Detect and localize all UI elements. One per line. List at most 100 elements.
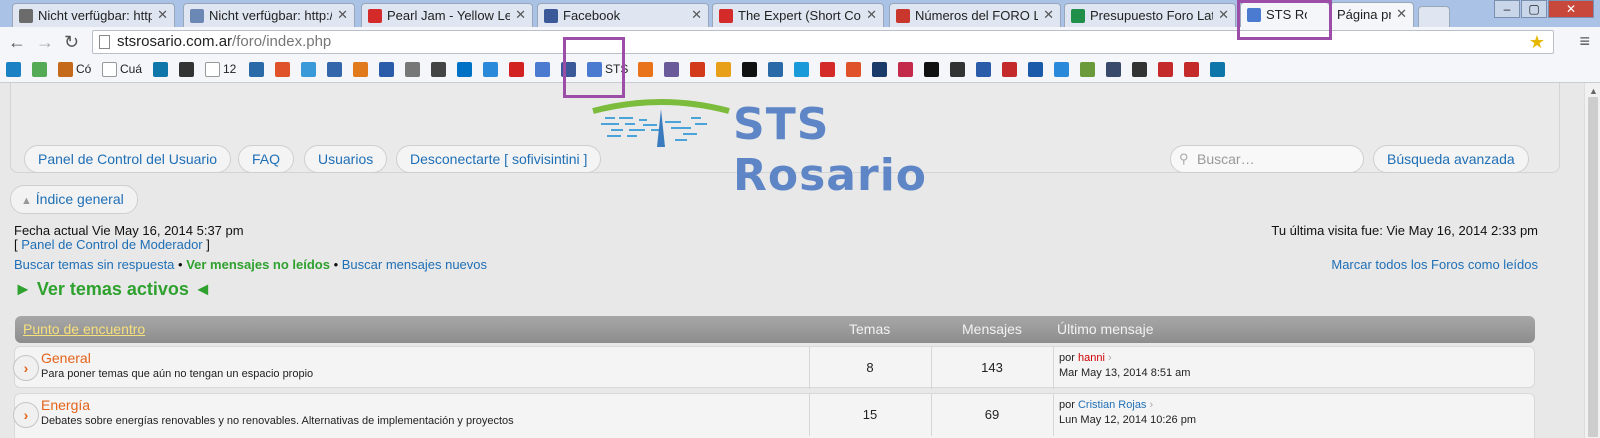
tab[interactable]: Presupuesto Foro Latin ✕ (1064, 3, 1236, 27)
bookmark-item[interactable] (249, 61, 267, 78)
tab-close-icon[interactable]: ✕ (157, 7, 168, 23)
last-post-author[interactable]: hanni (1078, 352, 1105, 364)
last-post-author[interactable]: Cristian Rojas (1078, 399, 1146, 411)
nav-users[interactable]: Usuarios (304, 145, 388, 173)
scroll-thumb[interactable] (1588, 97, 1598, 437)
bookmark-item[interactable] (1106, 61, 1124, 78)
bookmark-item[interactable]: 12 (205, 61, 236, 78)
tab-close-icon[interactable]: ✕ (1396, 6, 1407, 22)
forward-icon[interactable]: → (36, 32, 54, 53)
tab-title: Nicht verfügbar: http:// (209, 8, 332, 23)
bookmark-item[interactable] (301, 61, 319, 78)
bookmark-item[interactable] (664, 61, 682, 78)
tab[interactable]: Pearl Jam - Yellow Le ✕ (361, 3, 533, 27)
bookmark-item[interactable] (820, 61, 838, 78)
tab-close-icon[interactable]: ✕ (1043, 7, 1054, 23)
highlight-box-tab (1237, 0, 1332, 40)
close-window-icon[interactable]: ✕ (1548, 0, 1594, 18)
tab-close-icon[interactable]: ✕ (337, 7, 348, 23)
forum-arrow-icon[interactable]: › (13, 402, 39, 428)
tab[interactable]: Números del FORO LAT ✕ (889, 3, 1061, 27)
active-topics-link[interactable]: ► Ver temas activos ◄ (14, 279, 212, 300)
back-icon[interactable]: ← (8, 32, 26, 53)
bookmark-item[interactable] (483, 61, 501, 78)
minimize-icon[interactable]: – (1494, 0, 1520, 18)
forum-title[interactable]: General (41, 350, 91, 366)
bookmark-item[interactable] (638, 61, 656, 78)
bookmark-favicon-icon (820, 62, 835, 78)
bookmark-item[interactable]: Cuá (102, 61, 142, 78)
category-link[interactable]: Punto de encuentro (23, 316, 145, 343)
tab-close-icon[interactable]: ✕ (1218, 7, 1229, 23)
maximize-icon[interactable]: ▢ (1521, 0, 1547, 18)
tab-close-icon[interactable]: ✕ (866, 7, 877, 23)
site-logo[interactable]: STS Rosario (591, 97, 991, 201)
chrome-menu-icon[interactable]: ≡ (1579, 31, 1590, 52)
bookmark-item[interactable] (509, 61, 527, 78)
tab[interactable]: Nicht verfügbar: http:// ✕ (12, 3, 175, 27)
scrollbar[interactable]: ▲ (1584, 83, 1600, 438)
bookmark-item[interactable] (1002, 61, 1020, 78)
nav-user-panel[interactable]: Panel de Control del Usuario (24, 145, 231, 173)
tab[interactable]: Nicht verfügbar: http:// ✕ (183, 3, 355, 27)
nav-logout[interactable]: Desconectarte [ sofivisintini ] (396, 145, 602, 173)
bookmark-item[interactable] (742, 61, 760, 78)
tab[interactable]: The Expert (Short Come ✕ (712, 3, 884, 27)
forum-arrow-icon[interactable]: › (13, 355, 39, 381)
unread-link[interactable]: Ver mensajes no leídos (186, 257, 330, 272)
bookmark-item[interactable] (275, 61, 293, 78)
bookmark-item[interactable]: Có (58, 61, 91, 78)
url-bar[interactable]: stsrosario.com.ar/foro/index.php ★ (92, 30, 1554, 54)
bookmark-item[interactable] (1184, 61, 1202, 78)
bookmark-item[interactable] (1028, 61, 1046, 78)
bookmark-item[interactable] (872, 61, 890, 78)
bookmark-item[interactable] (1054, 61, 1072, 78)
reload-icon[interactable]: ↻ (64, 32, 79, 53)
bookmark-item[interactable] (179, 61, 197, 78)
bookmark-item[interactable] (1080, 61, 1098, 78)
bookmark-item[interactable] (898, 61, 916, 78)
bookmark-item[interactable] (950, 61, 968, 78)
bookmark-item[interactable] (976, 61, 994, 78)
bookmark-item[interactable] (32, 61, 50, 78)
bookmark-item[interactable] (1132, 61, 1150, 78)
new-tab-button[interactable] (1418, 6, 1450, 27)
tab-favicon-icon (19, 9, 33, 23)
bookmark-favicon-icon (1184, 62, 1199, 78)
bookmark-item[interactable] (431, 61, 449, 78)
bookmark-item[interactable] (405, 61, 423, 78)
bookmark-item[interactable] (716, 61, 734, 78)
breadcrumb-index[interactable]: ▲ Índice general (10, 185, 138, 214)
bookmark-item[interactable] (457, 61, 475, 78)
view-post-icon[interactable]: › (1108, 352, 1112, 364)
tab[interactable]: Página pri ✕ (1330, 2, 1414, 27)
moderator-panel-link[interactable]: Panel de Control de Moderador (21, 237, 202, 252)
bookmark-item[interactable] (768, 61, 786, 78)
bookmark-item[interactable] (379, 61, 397, 78)
bookmark-item[interactable] (924, 61, 942, 78)
bookmark-item[interactable] (153, 61, 171, 78)
bookmark-item[interactable] (353, 61, 371, 78)
mark-read-link[interactable]: Marcar todos los Foros como leídos (1331, 257, 1538, 272)
bookmark-item[interactable] (1158, 61, 1176, 78)
bookmark-item[interactable] (1210, 61, 1228, 78)
bookmark-item[interactable] (327, 61, 345, 78)
nav-faq[interactable]: FAQ (238, 145, 295, 173)
bookmark-item[interactable] (535, 61, 553, 78)
search-input[interactable]: ⚲ Buscar… (1170, 145, 1364, 173)
tab[interactable]: Facebook ✕ (537, 3, 709, 27)
bookmark-star-icon[interactable]: ★ (1529, 31, 1545, 53)
scroll-up-icon[interactable]: ▲ (1589, 86, 1598, 96)
new-posts-link[interactable]: Buscar mensajes nuevos (342, 257, 487, 272)
view-post-icon[interactable]: › (1150, 399, 1154, 411)
nav-advanced-search[interactable]: Búsqueda avanzada (1373, 145, 1529, 173)
bookmark-item[interactable] (690, 61, 708, 78)
bookmark-item[interactable] (846, 61, 864, 78)
bookmark-item[interactable] (794, 61, 812, 78)
unanswered-link[interactable]: Buscar temas sin respuesta (14, 257, 174, 272)
tab-close-icon[interactable]: ✕ (691, 7, 702, 23)
last-post-by: por hanni › (1059, 352, 1112, 364)
forum-title[interactable]: Energía (41, 397, 90, 413)
bookmark-item[interactable] (6, 61, 24, 78)
tab-close-icon[interactable]: ✕ (515, 7, 526, 23)
